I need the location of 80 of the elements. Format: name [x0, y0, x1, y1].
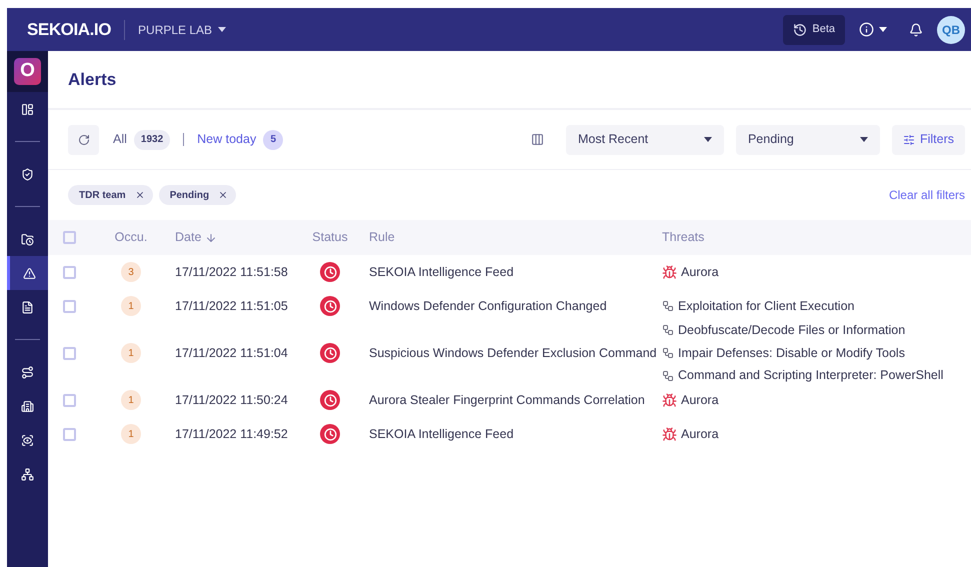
building-icon [21, 400, 34, 412]
pending-status-icon [320, 390, 340, 410]
date-cell: 17/11/2022 11:50:24 [175, 392, 288, 407]
pending-status-icon [320, 424, 340, 444]
threat-tag[interactable]: Impair Defenses: Disable or Modify Tools [662, 344, 944, 362]
occurrence-badge: 3 [121, 262, 141, 282]
refresh-button[interactable] [68, 124, 99, 154]
pending-status-icon [320, 296, 340, 316]
notification-icon[interactable] [909, 22, 923, 36]
filter-chip[interactable]: Pending [158, 185, 236, 205]
threat-tag[interactable]: Aurora [662, 424, 719, 444]
sort-arrow-icon [205, 232, 218, 244]
folder-clock-icon [21, 232, 34, 246]
count-badge: 1932 [134, 130, 170, 150]
clear-filters-link[interactable]: Clear all filters [888, 186, 965, 204]
refresh-icon [78, 134, 90, 146]
history-icon [793, 22, 808, 36]
date-cell: 17/11/2022 11:49:52 [175, 426, 288, 441]
caret-icon [879, 27, 887, 32]
dashboard-icon [21, 102, 34, 116]
app-logo[interactable]: O [14, 58, 41, 85]
sidebar-item[interactable] [7, 256, 48, 290]
beta-button[interactable]: Beta [783, 14, 845, 44]
network-icon [21, 468, 34, 480]
rule-cell[interactable]: SEKOIA Intelligence Feed [369, 264, 514, 279]
threat-tag[interactable]: Exploitation for Client Execution [662, 296, 854, 316]
pattern-icon [662, 324, 674, 336]
caret-icon [218, 27, 226, 32]
bug-icon [662, 392, 677, 408]
all-alerts-link[interactable]: All [113, 130, 127, 149]
occurrence-badge: 1 [121, 343, 141, 363]
threat-tag[interactable]: Deobfuscate/Decode Files or Information [662, 320, 944, 340]
status-dropdown[interactable]: Pending [736, 124, 880, 154]
occurrence-badge: 1 [121, 390, 141, 410]
route-icon [21, 366, 34, 378]
pending-status-icon [320, 343, 340, 363]
rule-cell[interactable]: Aurora Stealer Fingerprint Commands Correlation [369, 392, 645, 407]
columns-icon[interactable] [530, 133, 544, 146]
rule-cell[interactable]: SEKOIA Intelligence Feed [369, 426, 514, 441]
rule-cell[interactable]: Windows Defender Configuration Changed [369, 298, 607, 313]
caret-icon [860, 137, 868, 142]
caret-icon [704, 137, 712, 142]
pending-status-icon [320, 262, 340, 282]
workspace-selector[interactable]: PURPLE LAB [138, 20, 226, 38]
pattern-icon [662, 347, 674, 359]
row-checkbox[interactable] [63, 394, 76, 406]
threat-tag[interactable]: Command and Scripting Interpreter: PowerShell [662, 366, 944, 386]
shield-icon [21, 168, 34, 180]
bug-icon [662, 426, 677, 442]
date-cell: 17/11/2022 11:51:58 [175, 264, 288, 279]
page-title: Alerts [68, 68, 116, 91]
occurrence-badge: 1 [121, 296, 141, 316]
brand-logo[interactable]: SEKOIA.IO [27, 16, 112, 42]
occurrence-badge: 1 [121, 424, 141, 444]
close-icon[interactable] [134, 190, 145, 200]
sort-dropdown[interactable]: Most Recent [566, 124, 724, 154]
sliders-icon [902, 134, 915, 146]
threat-tag[interactable]: Aurora [662, 262, 719, 282]
warning-icon [22, 266, 36, 280]
row-checkbox[interactable] [63, 266, 76, 278]
info-icon [859, 22, 874, 37]
row-checkbox[interactable] [63, 428, 76, 440]
date-cell: 17/11/2022 11:51:04 [175, 346, 288, 360]
date-cell: 17/11/2022 11:51:05 [175, 298, 288, 313]
select-all-checkbox[interactable] [63, 231, 76, 244]
pattern-icon [662, 300, 674, 312]
count-badge: 5 [263, 130, 284, 150]
close-icon[interactable] [218, 190, 228, 200]
row-checkbox[interactable] [63, 300, 76, 312]
bug-icon [662, 264, 677, 280]
document-icon [21, 300, 34, 314]
rule-cell[interactable]: Suspicious Windows Defender Exclusion Command [369, 346, 657, 360]
filters-button[interactable]: Filters [892, 124, 965, 154]
filter-chip[interactable]: TDR team [68, 185, 153, 205]
row-checkbox[interactable] [63, 346, 76, 360]
new-today-link[interactable]: New today [197, 130, 256, 149]
threat-tag[interactable]: Aurora [662, 390, 719, 410]
help-menu[interactable] [859, 22, 887, 37]
scan-icon [21, 434, 34, 446]
pattern-icon [662, 370, 674, 382]
